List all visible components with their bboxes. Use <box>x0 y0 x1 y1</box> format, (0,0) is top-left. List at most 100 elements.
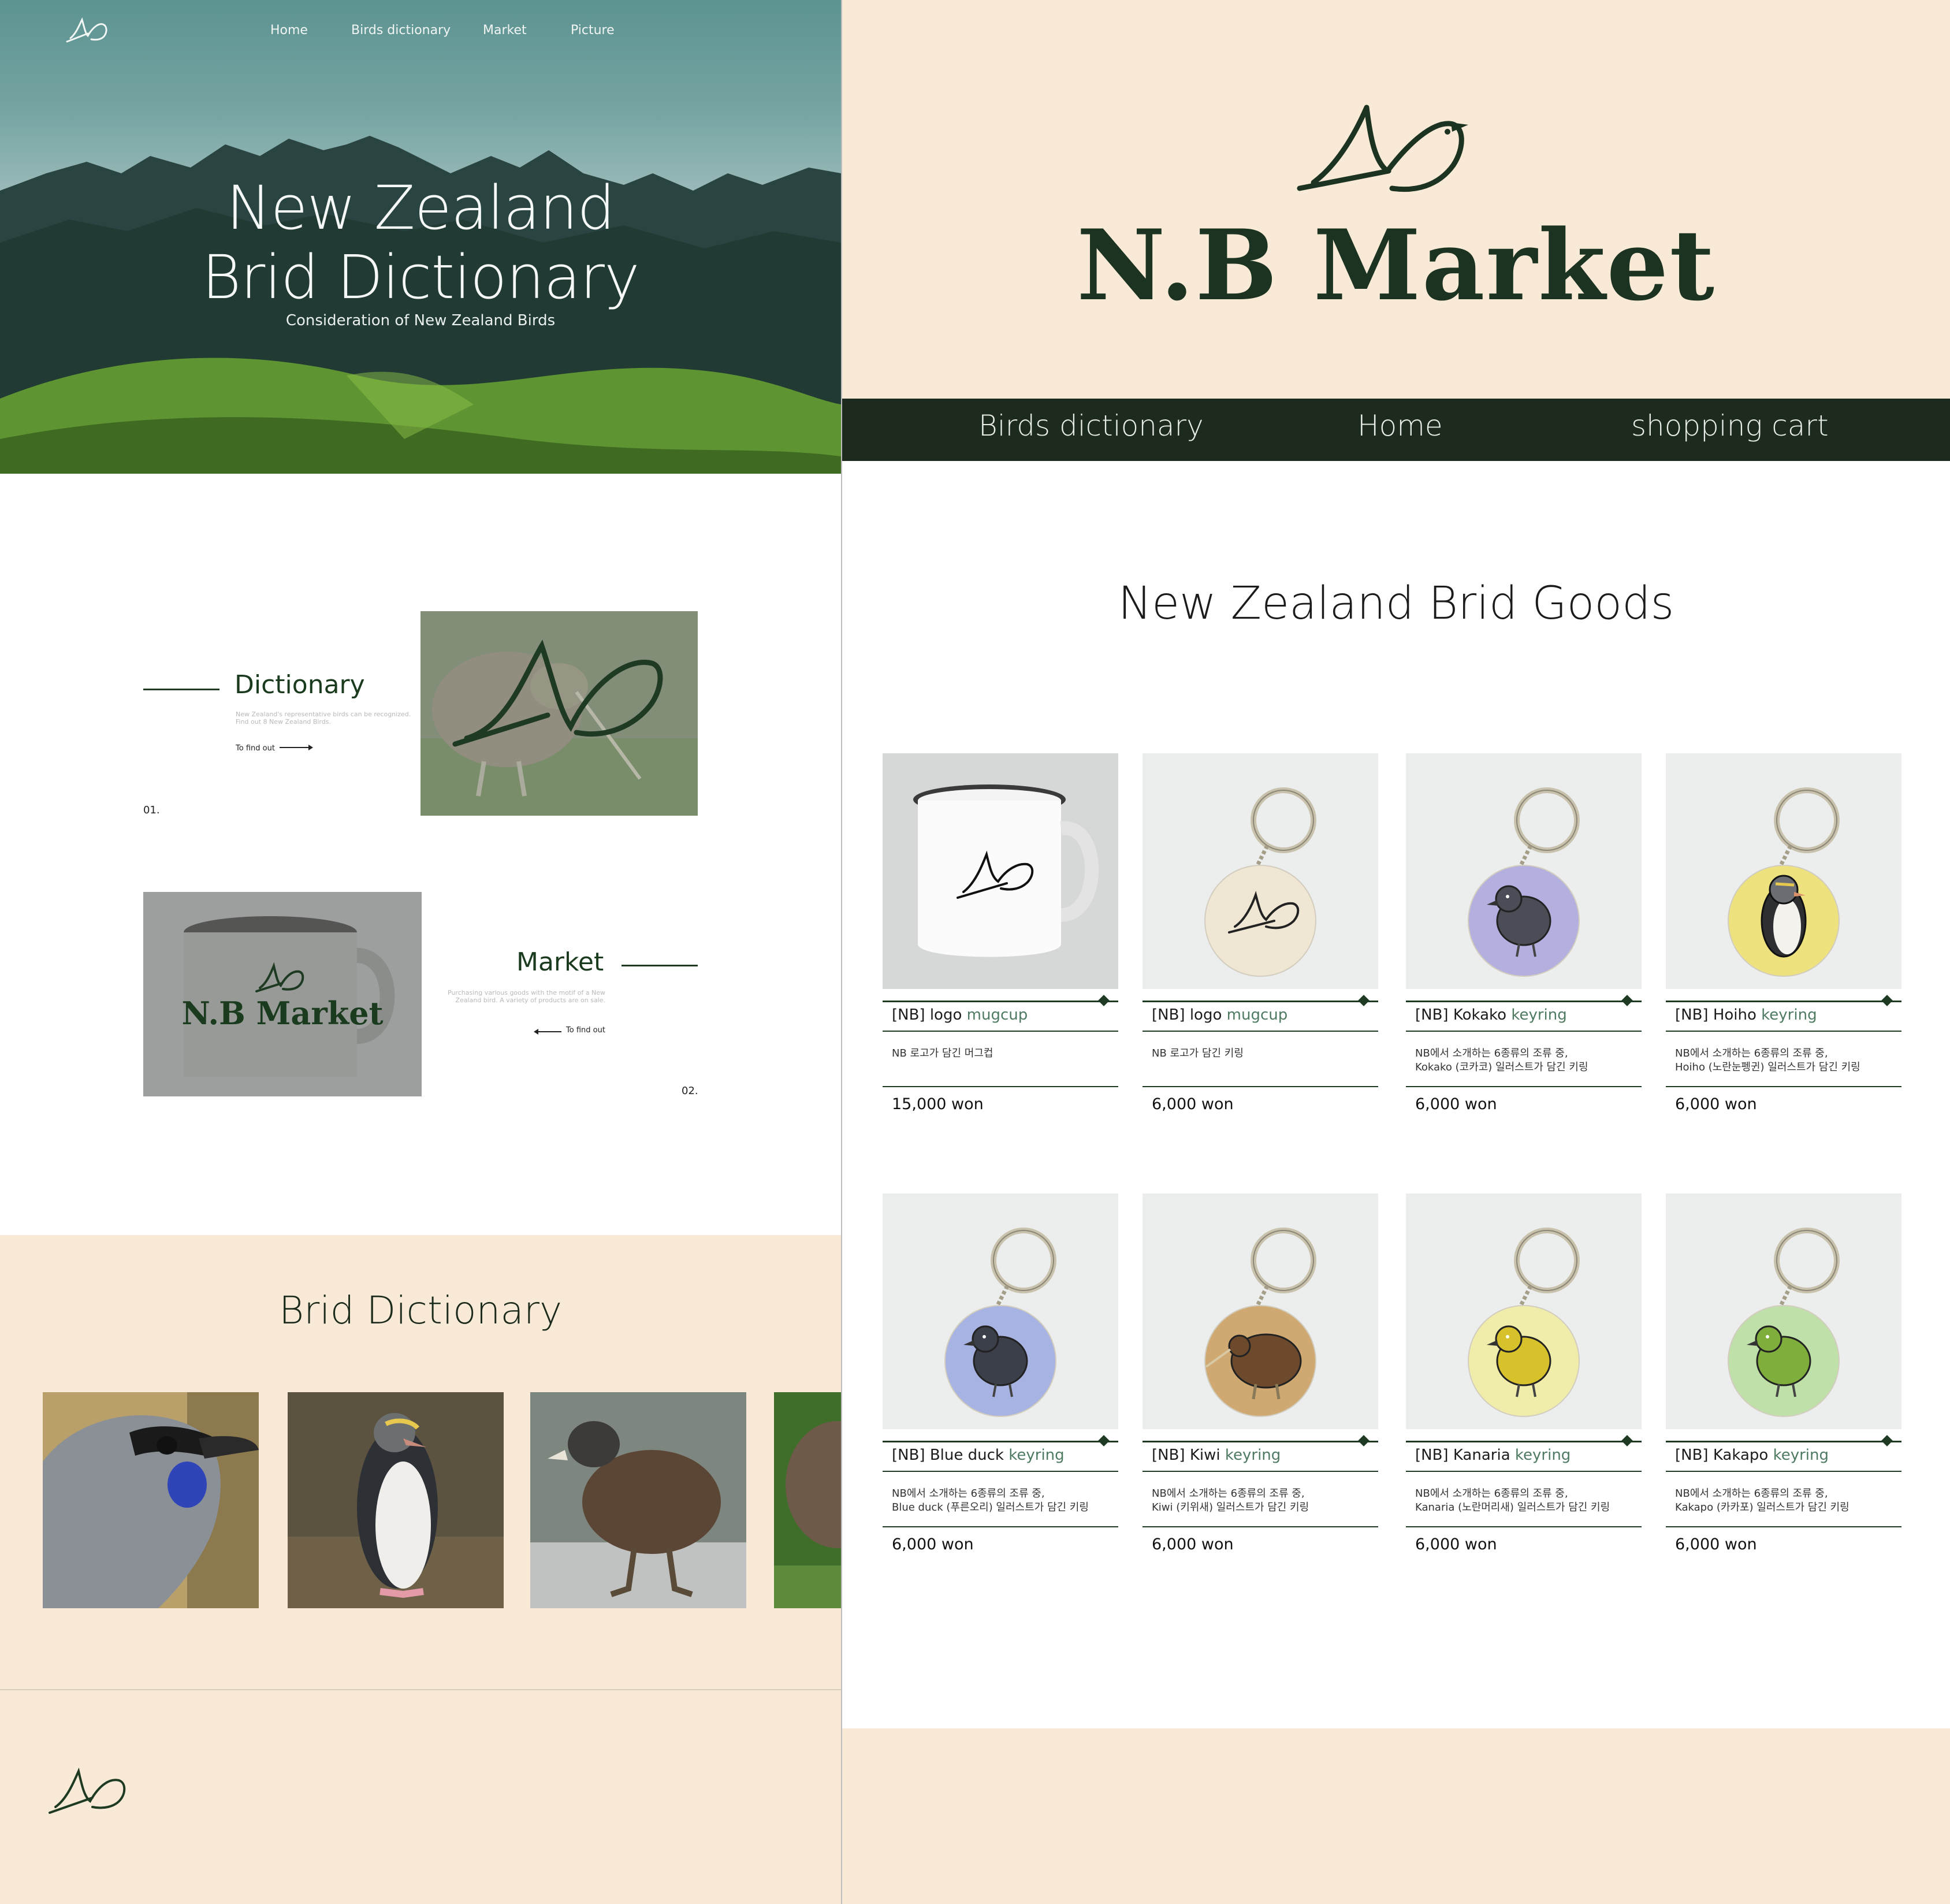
hoiho-penguin-image <box>288 1392 504 1608</box>
kiwi-bird-image <box>774 1392 841 1608</box>
product-rule <box>1143 1086 1378 1087</box>
nav-birds-dictionary[interactable]: Birds dictionary <box>351 23 451 38</box>
product-type: mugcup <box>1226 1006 1288 1024</box>
keyring-product-image <box>1666 753 1901 989</box>
section1-link-label: To find out <box>236 744 275 753</box>
product-name-prefix: [NB] logo <box>892 1006 962 1024</box>
product-name[interactable]: [NB] logo mugcup <box>892 1006 1028 1024</box>
product-card[interactable]: [NB] Kiwi keyring NB에서 소개하는 6종류의 조류 중, Ki… <box>1143 1193 1378 1553</box>
product-card[interactable]: [NB] Kanaria keyring NB에서 소개하는 6종류의 조류 중,… <box>1406 1193 1642 1553</box>
product-type: keyring <box>1225 1446 1281 1464</box>
product-image[interactable] <box>1666 753 1901 989</box>
section2-number: 02. <box>682 1085 698 1097</box>
nb-logo-icon[interactable] <box>65 16 111 45</box>
product-image[interactable] <box>883 753 1118 989</box>
hero-banner: Home Birds dictionary Market Picture New… <box>0 0 841 474</box>
product-card[interactable]: [NB] Kokako keyring NB에서 소개하는 6종류의 조류 중, … <box>1406 753 1642 1113</box>
section1-desc: New Zealand's representative birds can b… <box>236 711 411 726</box>
mug-photo[interactable]: N.B Market <box>143 892 422 1096</box>
product-rule <box>883 1001 1118 1002</box>
product-rule <box>1406 1001 1642 1002</box>
product-image[interactable] <box>1406 753 1642 989</box>
nav-home[interactable]: Home <box>270 23 308 38</box>
section2-line <box>622 965 698 966</box>
product-name[interactable]: [NB] Kanaria keyring <box>1415 1446 1571 1464</box>
product-rule <box>1666 1441 1901 1442</box>
product-name-prefix: [NB] Kanaria <box>1415 1446 1510 1464</box>
product-name[interactable]: [NB] Kakapo keyring <box>1675 1446 1829 1464</box>
blue-duck-image <box>530 1392 746 1608</box>
blue-duck-photo[interactable] <box>530 1392 746 1608</box>
market-footer <box>842 1728 1950 1904</box>
product-image[interactable] <box>1406 1193 1642 1429</box>
section1-number: 01. <box>143 804 160 816</box>
nav-birds-dictionary[interactable]: Birds dictionary <box>978 409 1204 442</box>
product-rule <box>1143 1031 1378 1032</box>
band-title: Brid Dictionary <box>278 1288 563 1333</box>
nb-footer-logo-icon[interactable] <box>46 1764 133 1816</box>
product-rule <box>1666 1086 1901 1087</box>
product-name-prefix: [NB] Kokako <box>1415 1006 1507 1024</box>
nav-shopping-cart[interactable]: shopping cart <box>1631 409 1829 442</box>
nav-home[interactable]: Home <box>1357 409 1443 442</box>
kiwi-photo-partial[interactable] <box>774 1392 841 1608</box>
nav-market[interactable]: Market <box>483 23 527 38</box>
keyring-product-image <box>1406 753 1642 989</box>
product-image[interactable] <box>1143 753 1378 989</box>
keyring-product-image <box>1666 1193 1901 1429</box>
product-image[interactable] <box>1666 1193 1901 1429</box>
product-description: NB에서 소개하는 6종류의 조류 중, Hoiho (노란눈펭귄) 일러스트가… <box>1675 1047 1860 1073</box>
product-image[interactable] <box>883 1193 1118 1429</box>
product-name[interactable]: [NB] Hoiho keyring <box>1675 1006 1817 1024</box>
market-brand-title: N.B Market <box>1076 208 1715 322</box>
kiwi-bird-image <box>420 611 698 816</box>
product-rule <box>1666 1526 1901 1527</box>
product-description: NB 로고가 담긴 머그컵 <box>892 1047 993 1059</box>
hero-title: New Zealand Brid Dictionary <box>0 173 841 312</box>
product-rule <box>1143 1001 1378 1002</box>
product-price: 6,000 won <box>1152 1535 1234 1553</box>
product-rule <box>1406 1086 1642 1087</box>
product-rule <box>1406 1471 1642 1472</box>
nav-picture[interactable]: Picture <box>571 23 615 38</box>
product-card[interactable]: [NB] logo mugcup NB 로고가 담긴 키링 6,000 won <box>1143 753 1378 1113</box>
nb-logo-icon <box>255 962 304 992</box>
product-card[interactable]: [NB] logo mugcup NB 로고가 담긴 머그컵 15,000 won <box>883 753 1118 1113</box>
product-rule <box>883 1441 1118 1442</box>
product-image[interactable] <box>1143 1193 1378 1429</box>
band-divider <box>0 1689 841 1690</box>
goods-section-title: New Zealand Brid Goods <box>1118 578 1674 630</box>
product-type: keyring <box>1761 1006 1817 1024</box>
product-name[interactable]: [NB] Blue duck keyring <box>892 1446 1065 1464</box>
product-type: keyring <box>1514 1446 1571 1464</box>
product-rule <box>883 1031 1118 1032</box>
section1-link[interactable]: To find out <box>236 742 313 753</box>
product-rule <box>883 1471 1118 1472</box>
product-rule <box>1143 1526 1378 1527</box>
section2-link-label: To find out <box>566 1026 605 1035</box>
kokako-photo[interactable] <box>43 1392 259 1608</box>
product-name[interactable]: [NB] Kiwi keyring <box>1152 1446 1281 1464</box>
product-name-prefix: [NB] Kiwi <box>1152 1446 1220 1464</box>
product-name[interactable]: [NB] Kokako keyring <box>1415 1006 1567 1024</box>
product-name[interactable]: [NB] logo mugcup <box>1152 1006 1287 1024</box>
product-card[interactable]: [NB] Kakapo keyring NB에서 소개하는 6종류의 조류 중, … <box>1666 1193 1901 1553</box>
product-price: 6,000 won <box>892 1535 974 1553</box>
product-card[interactable]: [NB] Blue duck keyring NB에서 소개하는 6종류의 조류 … <box>883 1193 1118 1553</box>
kiwi-photo[interactable] <box>420 611 698 816</box>
product-rule <box>1666 1031 1901 1032</box>
hoiho-photo[interactable] <box>288 1392 504 1608</box>
product-name-prefix: [NB] Blue duck <box>892 1446 1004 1464</box>
product-description: NB에서 소개하는 6종류의 조류 중, Blue duck (푸른오리) 일러… <box>892 1488 1089 1513</box>
mug-product-image <box>883 753 1118 989</box>
product-description: NB 로고가 담긴 키링 <box>1152 1047 1244 1059</box>
arrow-head-icon <box>308 745 313 750</box>
product-card[interactable]: [NB] Hoiho keyring NB에서 소개하는 6종류의 조류 중, H… <box>1666 753 1901 1113</box>
section2-title: Market <box>516 947 604 977</box>
product-price: 6,000 won <box>1675 1095 1757 1113</box>
product-rule <box>883 1526 1118 1527</box>
nb-brand-logo-icon[interactable] <box>1296 102 1479 215</box>
product-description: NB에서 소개하는 6종류의 조류 중, Kiwi (키위새) 일러스트가 담긴… <box>1152 1488 1309 1513</box>
keyring-product-image <box>883 1193 1118 1429</box>
product-rule <box>1666 1471 1901 1472</box>
